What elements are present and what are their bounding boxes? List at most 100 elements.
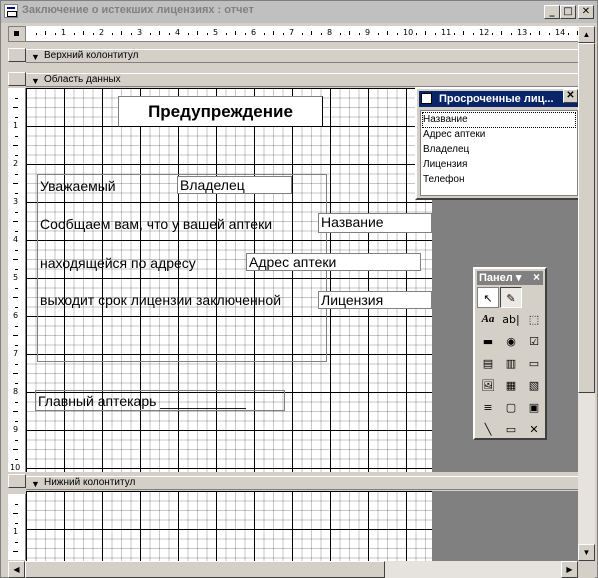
page-header-bar[interactable]: ▼ Верхний колонтитул — [26, 49, 578, 63]
ruler-number: 9 — [365, 28, 371, 37]
ruler-number: 3 — [13, 197, 19, 206]
ruler-number: 6 — [13, 311, 19, 320]
ruler-tick — [396, 33, 398, 35]
textbox-icon[interactable]: ab| — [500, 309, 522, 330]
rectangle-icon[interactable]: ▭ — [500, 419, 522, 440]
ruler-tick — [434, 33, 436, 35]
license-field[interactable]: Лицензия — [318, 291, 432, 309]
ruler-tick — [15, 135, 18, 137]
ruler-tick — [13, 183, 18, 184]
field-list-title[interactable]: Просроченные лиц... — [419, 91, 578, 107]
ruler-tick — [13, 297, 18, 298]
inform-label[interactable]: Сообщаем вам, что у вашей аптеки — [40, 215, 272, 233]
ruler-tick — [301, 33, 303, 35]
ruler-tick — [13, 449, 18, 450]
scroll-left-button[interactable]: ◀ — [8, 561, 25, 578]
label-icon[interactable]: Aa — [477, 309, 499, 330]
detail-bar[interactable]: ▼ Область данных — [26, 73, 578, 87]
expires-label[interactable]: выходит срок лицензии заключенной — [40, 291, 281, 309]
listbox-icon[interactable]: ▥ — [500, 353, 522, 374]
field-list-item[interactable]: Владелец — [423, 143, 469, 157]
chief-pharmacist-label[interactable]: Главный аптекарь ___________ — [38, 392, 246, 410]
toolbox-close-button[interactable]: × — [533, 270, 543, 284]
image-icon[interactable]: 🖼 — [477, 375, 499, 396]
ruler-tick — [472, 33, 474, 35]
bound-object-icon[interactable]: ▧ — [523, 375, 545, 396]
field-list-item[interactable]: Телефон — [423, 173, 464, 187]
located-label[interactable]: находящейся по адресу — [40, 254, 196, 272]
horizontal-scrollbar[interactable]: ◀ ▶ — [8, 561, 578, 578]
header-section-selector[interactable] — [8, 48, 26, 62]
ruler-tick — [168, 33, 170, 35]
ruler-tick — [159, 31, 160, 35]
page-footer-bar[interactable]: ▼ Нижний колонтитул — [26, 476, 578, 490]
vertical-scrollbar[interactable]: ▲ ▼ — [578, 26, 595, 561]
warning-heading[interactable]: Предупреждение — [118, 96, 323, 127]
ruler-tick — [339, 33, 341, 35]
tab-control-icon[interactable]: ▢ — [500, 397, 522, 418]
ruler-number: 7 — [13, 349, 19, 358]
field-list-item[interactable]: Адрес аптеки — [423, 128, 485, 142]
ruler-number: 1 — [61, 28, 67, 37]
vertical-ruler-detail[interactable]: 1 2 3 4 5 6 7 8 9 10 — [8, 88, 26, 472]
horizontal-scroll-thumb[interactable] — [25, 561, 385, 578]
vertical-ruler-footer[interactable]: 1 — [8, 494, 26, 560]
more-tools-icon[interactable]: ✕ — [523, 419, 545, 440]
ruler-tick — [529, 33, 531, 35]
ruler-tick — [273, 31, 274, 35]
field-list-item[interactable]: Название — [422, 112, 576, 128]
subform-icon[interactable]: ▣ — [523, 397, 545, 418]
option-group-icon[interactable]: ⬚ — [523, 309, 545, 330]
ruler-tick — [130, 33, 132, 35]
radio-icon[interactable]: ◉ — [500, 331, 522, 352]
report-icon[interactable] — [4, 4, 18, 18]
wizard-icon[interactable]: ✎ — [500, 287, 522, 308]
close-button[interactable]: ✕ — [578, 5, 594, 19]
command-button-icon[interactable]: ▭ — [523, 353, 545, 374]
ruler-tick — [35, 33, 37, 35]
ruler-number: 6 — [251, 28, 257, 37]
ruler-tick — [15, 382, 18, 384]
ruler-tick — [349, 31, 350, 35]
scroll-up-button[interactable]: ▲ — [578, 26, 595, 43]
window-title: Заключение о истекших лицензиях : отчет — [22, 4, 254, 16]
line-icon[interactable]: ╲ — [477, 419, 499, 440]
maximize-button[interactable]: □ — [560, 5, 576, 19]
vertical-scroll-thumb[interactable] — [578, 43, 595, 393]
footer-grid[interactable] — [26, 491, 432, 561]
ruler-tick — [15, 249, 18, 251]
detail-section-selector[interactable] — [8, 72, 26, 86]
minimize-button[interactable]: _ — [544, 5, 560, 19]
page-break-icon[interactable]: ≡ — [477, 397, 499, 418]
ruler-tick — [15, 230, 18, 232]
select-arrow-icon[interactable]: ↖ — [477, 287, 499, 308]
dear-label[interactable]: Уважаемый — [40, 177, 116, 195]
section-arrow-icon: ▼ — [31, 52, 40, 62]
horizontal-ruler[interactable]: 1 2 3 4 5 6 7 8 9 10 11 12 13 14 — [26, 26, 578, 42]
ruler-tick — [206, 33, 208, 35]
ruler-tick — [282, 33, 284, 35]
ruler-tick — [15, 344, 18, 346]
scroll-right-button[interactable]: ▶ — [561, 561, 578, 578]
combobox-icon[interactable]: ▤ — [477, 353, 499, 374]
field-list-window[interactable]: Просроченные лиц... Название Адрес аптеки… — [415, 87, 582, 200]
empty-design-area — [432, 491, 578, 561]
select-report-button[interactable] — [8, 26, 26, 42]
unbound-object-icon[interactable]: ▦ — [500, 375, 522, 396]
owner-field[interactable]: Владелец — [177, 176, 292, 194]
toggle-icon[interactable]: ▬ — [477, 331, 499, 352]
footer-section-selector[interactable] — [8, 474, 26, 488]
address-field[interactable]: Адрес аптеки — [246, 253, 421, 271]
toolbox-panel[interactable]: Панел ▾ × ↖ ✎ Aa ab| ⬚ ▬ ◉ ☑ ▤ ▥ ▭ 🖼 ▦ ▧ ≡ ▢ ▣ ╲ ▭ ✕ — [473, 267, 547, 440]
scroll-down-button[interactable]: ▼ — [578, 544, 595, 561]
ruler-tick — [111, 33, 113, 35]
pharmacy-name-field[interactable]: Название — [318, 213, 432, 233]
field-list-item[interactable]: Лицензия — [423, 158, 467, 172]
ruler-tick — [491, 33, 493, 35]
ruler-tick — [225, 33, 227, 35]
checkbox-icon[interactable]: ☑ — [523, 331, 545, 352]
ruler-number: 12 — [479, 28, 490, 37]
ruler-tick — [13, 259, 18, 260]
field-list-close-button[interactable]: ✕ — [563, 89, 578, 103]
field-list[interactable]: Название Адрес аптеки Владелец Лицензия Теле… — [420, 110, 578, 196]
